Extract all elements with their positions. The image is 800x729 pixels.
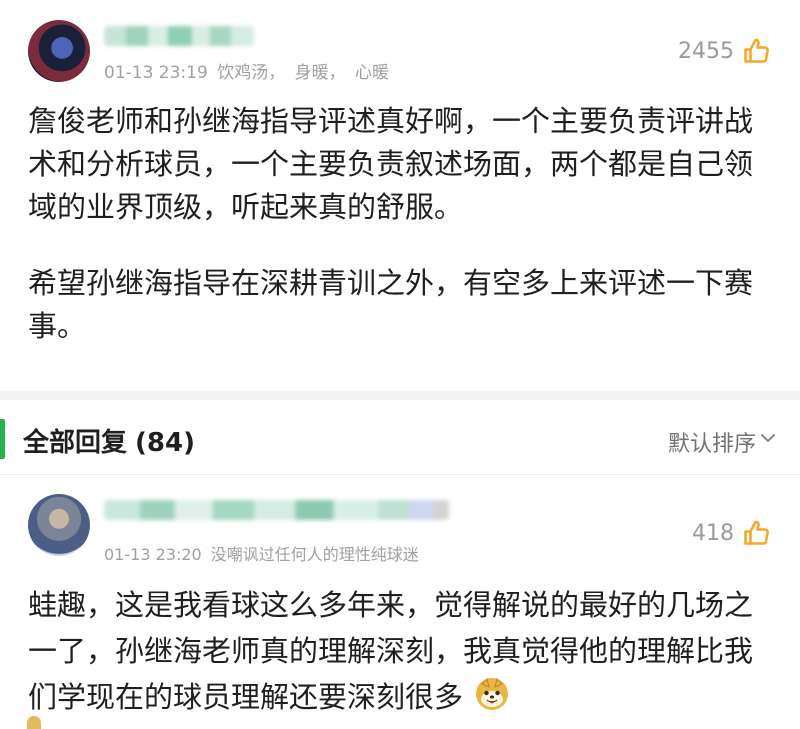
replies-header: 全部回复 (84) 默认排序 — [0, 401, 800, 475]
post-tag-3: 心暖 — [355, 63, 390, 83]
post-meta: 01-13 23:19 饮鸡汤， 身暖， 心暖 — [104, 58, 389, 83]
reply-text: 蛙趣，这是我看球这么多年来，觉得解说的最好的几场之一了，孙继海老师真的理解深刻，… — [28, 582, 772, 720]
reply-like-button[interactable]: 418 — [692, 518, 772, 548]
reply-meta: 01-13 23:20 没嘲讽过任何人的理性纯球迷 — [104, 541, 419, 565]
partial-emoji-icon — [27, 716, 41, 729]
post-paragraph-2: 希望孙继海指导在深耕青训之外，有空多上来评述一下赛事。 — [28, 266, 754, 343]
section-divider — [0, 391, 800, 400]
reply-timestamp: 01-13 23:20 — [104, 545, 202, 564]
replies-count: (84) — [135, 428, 195, 458]
reply-body: 蛙趣，这是我看球这么多年来，觉得解说的最好的几场之一了，孙继海老师真的理解深刻，… — [28, 582, 772, 720]
post-tag-2: 身暖， — [294, 63, 346, 83]
post-paragraph-1: 詹俊老师和孙继海指导评述真好啊，一个主要负责评讲战术和分析球员，一个主要负责叙述… — [28, 104, 754, 224]
post-timestamp: 01-13 23:19 — [104, 63, 208, 83]
chevron-down-icon[interactable] — [760, 430, 776, 446]
blurred-username[interactable] — [104, 26, 254, 46]
comment-thread-page: 01-13 23:19 饮鸡汤， 身暖， 心暖 2455 詹俊老师和孙继海指导评… — [0, 0, 800, 729]
reply-header-accent — [0, 419, 5, 459]
sort-dropdown[interactable]: 默认排序 — [668, 426, 756, 458]
author-avatar[interactable] — [28, 20, 90, 82]
replies-title-text: 全部回复 — [23, 428, 128, 458]
post-header: 01-13 23:19 饮鸡汤， 身暖， 心暖 2455 — [28, 18, 772, 88]
blurred-reply-username[interactable] — [104, 500, 449, 520]
thumb-up-icon — [744, 520, 769, 545]
reply-like-count: 418 — [692, 520, 734, 546]
thumb-up-icon — [744, 38, 769, 63]
reply-author-avatar[interactable] — [28, 494, 90, 556]
reply-card: 01-13 23:20 没嘲讽过任何人的理性纯球迷 418 蛙趣，这是我看球这么… — [28, 492, 772, 729]
reply-tag: 没嘲讽过任何人的理性纯球迷 — [210, 545, 419, 564]
shiba-dog-icon — [476, 678, 509, 710]
replies-title: 全部回复 (84) — [23, 422, 195, 459]
reply-body-text: 蛙趣，这是我看球这么多年来，觉得解说的最好的几场之一了，孙继海老师真的理解深刻，… — [28, 588, 754, 714]
post-body: 詹俊老师和孙继海指导评述真好啊，一个主要负责评讲战术和分析球员，一个主要负责叙述… — [28, 100, 772, 348]
post-like-button[interactable]: 2455 — [678, 36, 772, 66]
post-tag-1: 饮鸡汤， — [217, 63, 286, 83]
post-like-count: 2455 — [678, 38, 734, 64]
